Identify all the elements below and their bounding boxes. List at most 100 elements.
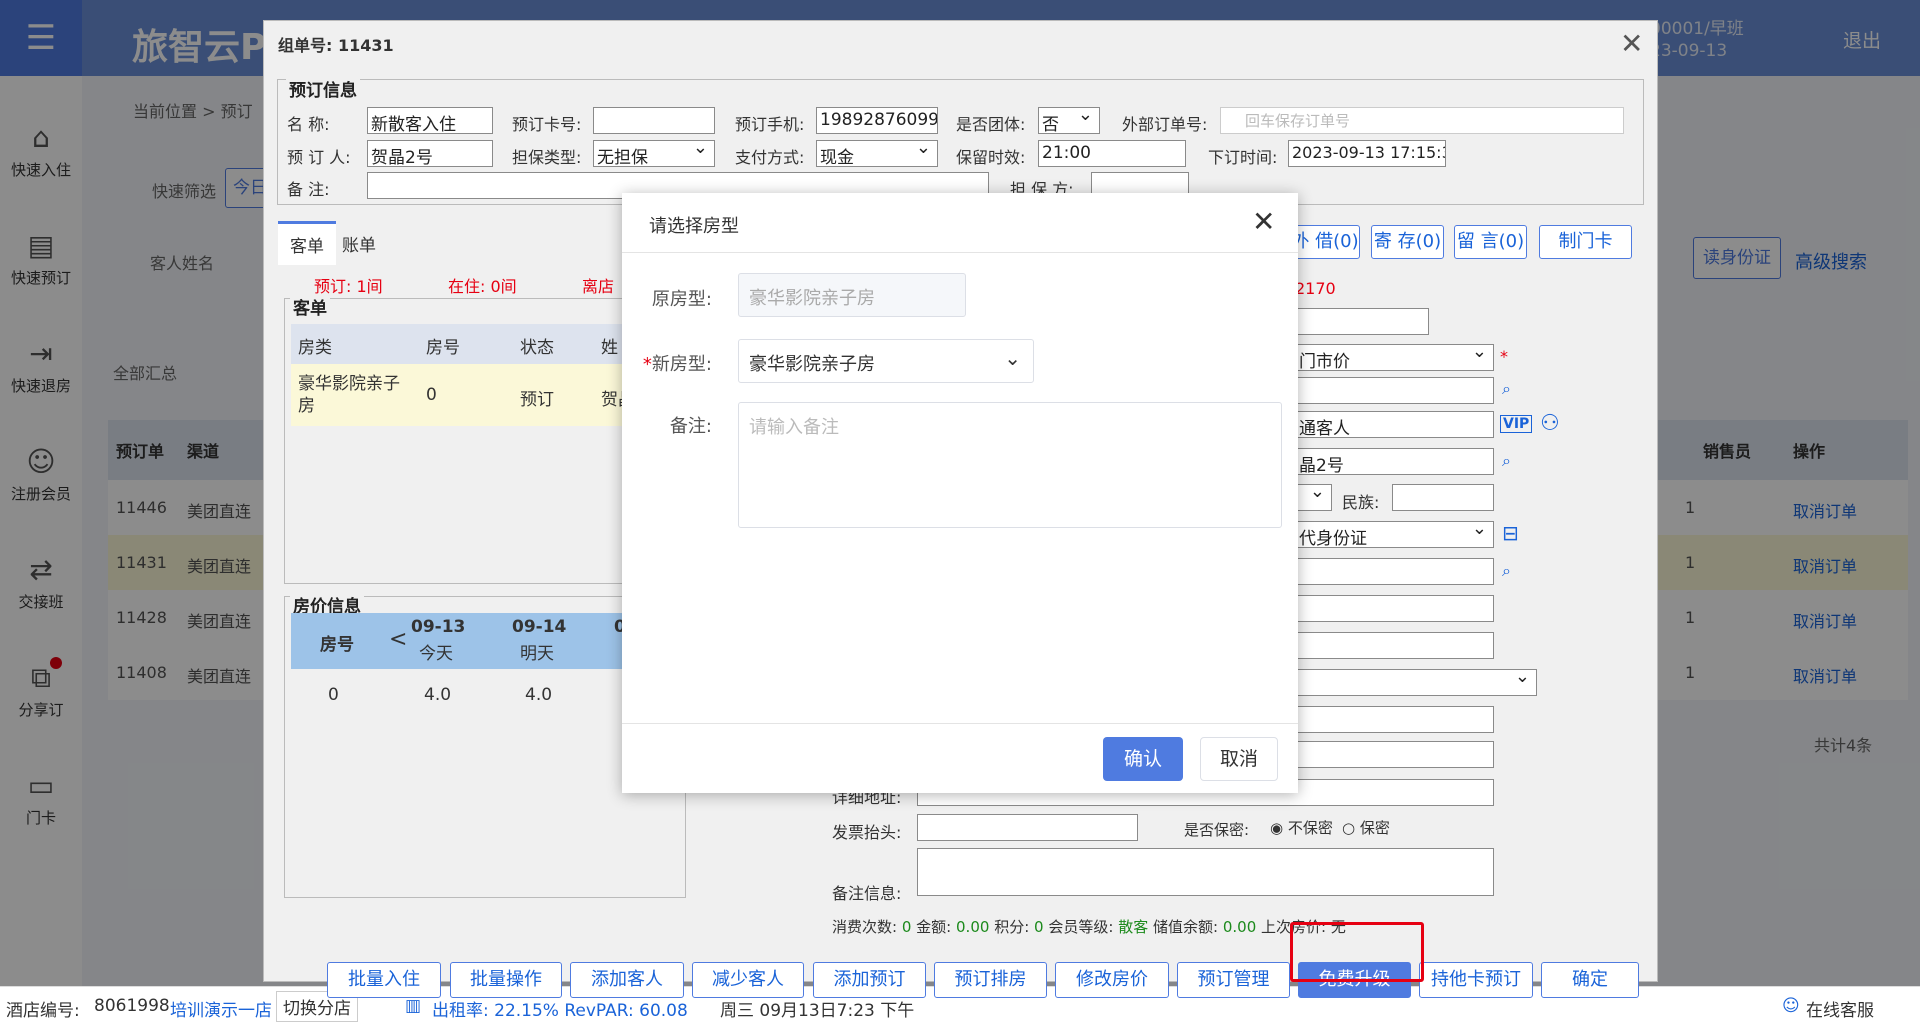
invoice-input[interactable]: [917, 814, 1138, 841]
secret-radio[interactable]: ○ 保密: [1342, 817, 1390, 838]
chevron-down-icon: ⌄: [1004, 346, 1021, 370]
phone-input[interactable]: 19892876099: [816, 107, 938, 134]
nation-label: 民族:: [1342, 493, 1380, 512]
level-value: 散客: [1118, 918, 1149, 936]
price-value: 4.0: [424, 685, 452, 705]
section-title: 客单: [290, 294, 330, 319]
borrow-button[interactable]: 外 借(0): [1290, 225, 1360, 259]
batch-checkin-button[interactable]: 批量入住: [327, 962, 441, 998]
datetime: 周三 09月13日7:23 下午: [720, 1001, 915, 1021]
booking-management-button[interactable]: 预订管理: [1177, 962, 1290, 998]
other-card-booking-button[interactable]: 持他卡预订: [1419, 962, 1533, 998]
remark-label: 备 注:: [287, 180, 330, 199]
deposit-button[interactable]: 寄 存(0): [1371, 225, 1444, 259]
keep-time-input[interactable]: 21:00: [1038, 140, 1186, 167]
id-scan-icon[interactable]: ⊟: [1502, 521, 1519, 545]
balance-label: 储值余额:: [1153, 918, 1219, 936]
date-header: 09-13: [411, 617, 466, 637]
consume-value: 0: [901, 918, 912, 936]
date-header: 09-14: [512, 617, 567, 637]
new-type-label: *新房型:: [622, 350, 712, 376]
guest-type-input[interactable]: 通客人: [1295, 411, 1494, 438]
tab-bill[interactable]: 账单: [330, 223, 388, 264]
external-order-input[interactable]: 回车保存订单号: [1220, 107, 1624, 134]
make-card-button[interactable]: 制门卡: [1539, 225, 1632, 259]
not-secret-radio[interactable]: ◉ 不保密: [1270, 817, 1333, 838]
batch-operation-button[interactable]: 批量操作: [450, 962, 562, 998]
right-select[interactable]: [1295, 669, 1537, 696]
name-input[interactable]: 新散客入住: [367, 107, 493, 134]
add-booking-button[interactable]: 添加预订: [813, 962, 926, 998]
close-icon[interactable]: ✕: [1620, 27, 1643, 60]
add-guest-button[interactable]: 添加客人: [570, 962, 684, 998]
points-value: 0: [1034, 918, 1044, 936]
section-title: 预订信息: [286, 76, 360, 101]
order-time-input[interactable]: 2023-09-13 17:15:3: [1288, 140, 1446, 167]
consume-label: 消费次数:: [832, 918, 898, 936]
booker-input[interactable]: 贺晶2号: [367, 140, 493, 167]
level-label: 会员等级:: [1048, 918, 1114, 936]
invoice-label: 发票抬头:: [832, 823, 902, 842]
right-input[interactable]: [1295, 308, 1429, 335]
remark-info-label: 备注信息:: [832, 884, 902, 903]
right-input[interactable]: [1295, 632, 1494, 659]
id-number-input[interactable]: [1295, 558, 1494, 585]
column-header: 房类: [298, 338, 332, 358]
price-type-select[interactable]: 门市价: [1295, 344, 1494, 371]
search-icon[interactable]: ⌕: [1502, 561, 1511, 581]
not-secret-label: 不保密: [1287, 819, 1333, 837]
column-header: 状态: [520, 338, 554, 358]
price-value: 4.0: [525, 685, 553, 705]
original-type-field: 豪华影院亲子房: [738, 273, 966, 317]
service-icon: ☺: [1782, 996, 1800, 1016]
payment-label: 支付方式:: [735, 148, 805, 167]
external-order-label: 外部订单号:: [1122, 115, 1208, 134]
card-input[interactable]: [593, 107, 715, 134]
guarantee-type-label: 担保类型:: [512, 148, 582, 167]
column-header: 姓: [601, 338, 618, 358]
date-input[interactable]: [1295, 595, 1494, 622]
amount-label: 金额:: [916, 918, 952, 936]
group-select[interactable]: 否: [1038, 107, 1100, 134]
modify-price-button[interactable]: 修改房价: [1055, 962, 1169, 998]
new-type-value: 豪华影院亲子房: [749, 354, 875, 375]
id-type-select[interactable]: 代身份证: [1295, 521, 1494, 548]
booker-label: 预 订 人:: [287, 148, 351, 167]
nation-input[interactable]: [1392, 484, 1494, 511]
confirm-button[interactable]: 确定: [1541, 962, 1639, 998]
name-label: 名 称:: [287, 115, 330, 134]
assign-rooms-button[interactable]: 预订排房: [934, 962, 1047, 998]
guarantee-type-select[interactable]: 无担保: [593, 140, 715, 167]
search-icon[interactable]: ⌕: [1502, 451, 1511, 471]
remark-textarea[interactable]: 请输入备注: [738, 402, 1282, 528]
search-icon[interactable]: ⌕: [1502, 379, 1511, 399]
cancel-button[interactable]: 取消: [1200, 737, 1278, 781]
new-type-select[interactable]: 豪华影院亲子房 ⌄: [738, 339, 1034, 383]
tab-guest[interactable]: 客单: [278, 221, 336, 265]
order-time-label: 下订时间:: [1208, 148, 1278, 167]
ok-button[interactable]: 确认: [1103, 737, 1183, 781]
payment-select[interactable]: 现金: [816, 140, 938, 167]
required-mark: *: [642, 354, 652, 375]
hotel-no: 8061998: [94, 996, 170, 1016]
online-service-link[interactable]: 在线客服: [1806, 996, 1874, 1021]
close-icon[interactable]: ✕: [1252, 205, 1275, 238]
prev-date-icon[interactable]: <: [389, 627, 407, 652]
right-input[interactable]: [1295, 377, 1494, 404]
original-type-label: 原房型:: [651, 289, 712, 310]
remove-guest-button[interactable]: 减少客人: [692, 962, 804, 998]
column-header: 房号: [426, 338, 460, 358]
gender-select[interactable]: [1295, 484, 1332, 511]
column-header: 房号: [320, 635, 354, 655]
message-button[interactable]: 留 言(0): [1454, 225, 1527, 259]
remark-info-input[interactable]: [917, 848, 1494, 896]
order-code: 2170: [1295, 279, 1336, 298]
user-settings-icon[interactable]: ⚇: [1540, 411, 1560, 436]
left-count: 离店: [582, 277, 615, 296]
right-input[interactable]: [1295, 741, 1494, 768]
right-input[interactable]: [1295, 706, 1494, 733]
vip-icon[interactable]: VIP: [1500, 415, 1533, 433]
balance-value: 0.00: [1222, 918, 1257, 936]
booker-name-input[interactable]: 晶2号: [1295, 448, 1494, 475]
chart-icon: ▥: [405, 996, 422, 1016]
